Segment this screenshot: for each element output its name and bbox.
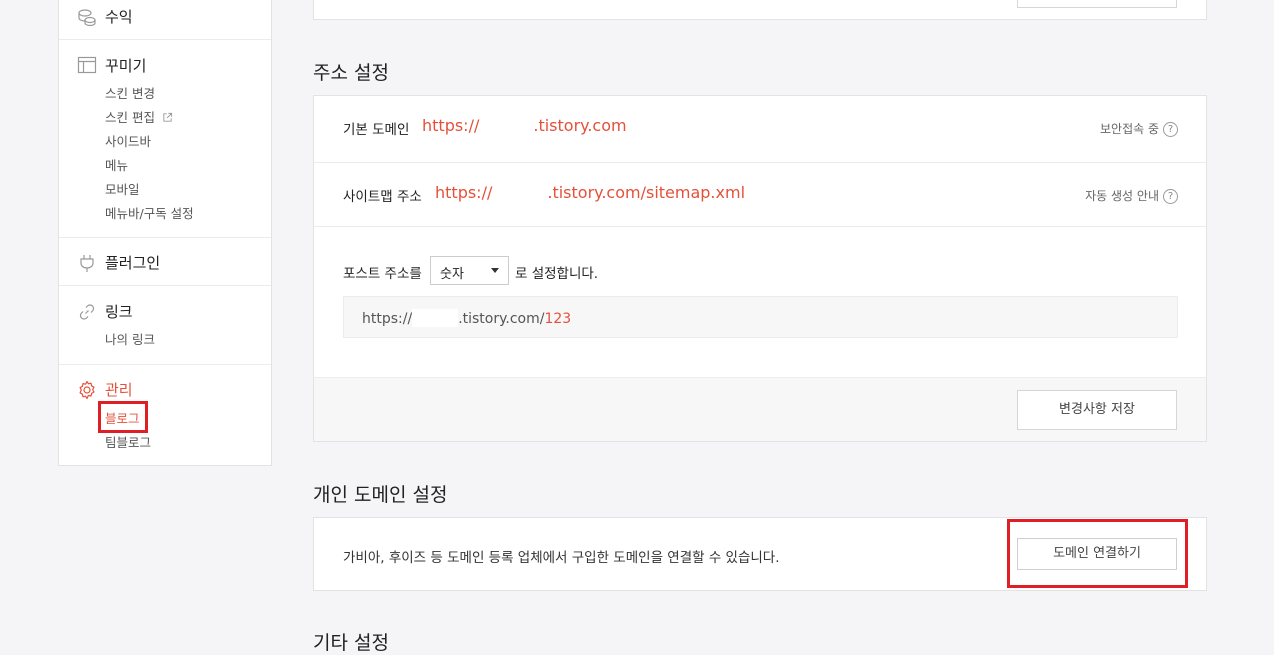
previous-section-panel [313,0,1207,20]
section-title-other: 기타 설정 [313,632,389,654]
address-panel-footer: 변경사항 저장 [314,377,1206,441]
sidebar-item-revenue[interactable]: 수익 [105,6,133,27]
sitemap-url: https:// .tistory.com/sitemap.xml [435,183,745,202]
gear-icon [79,380,95,400]
post-address-suffix: 로 설정합니다. [515,266,599,282]
post-address-select-value: 숫자 [440,267,464,282]
sidebar-divider [59,285,271,286]
default-domain-prefix: https:// [422,116,480,135]
sidebar-item-label: 스킨 편집 [105,110,155,125]
post-url-preview: https:// .tistory.com/123 [343,296,1178,338]
sidebar-item-my-link[interactable]: 나의 링크 [105,329,155,348]
plug-icon [80,255,94,272]
post-url-preview-text: https:// .tistory.com/123 [362,309,571,327]
sitemap-label: 사이트맵 주소 [343,189,422,205]
sidebar-divider [59,237,271,238]
sidebar-section-manage[interactable]: 관리 [105,379,133,400]
sidebar-item-skin-change[interactable]: 스킨 변경 [105,83,155,102]
row-divider [314,226,1206,227]
row-divider [314,162,1206,163]
auto-generate-hint[interactable]: 자동 생성 안내? [1085,187,1178,204]
highlight-box-connect-domain [1007,519,1188,588]
secure-connection-label: 보안접속 중 [1099,122,1159,136]
auto-generate-label: 자동 생성 안내 [1085,189,1159,203]
address-settings-panel: 기본 도메인 https:// .tistory.com 보안접속 중? 사이트맵… [313,95,1207,442]
dropdown-arrow-icon [491,268,499,273]
sidebar-divider [59,364,271,365]
external-link-icon [163,112,173,122]
preview-prefix: https:// [362,311,413,327]
sitemap-suffix: .tistory.com/sitemap.xml [547,183,746,202]
section-title-custom-domain: 개인 도메인 설정 [313,484,448,506]
link-icon [79,304,95,320]
sidebar-item-plugin[interactable]: 플러그인 [105,252,160,273]
sidebar: 수익 꾸미기 스킨 변경 스킨 편집 사이드바 메뉴 모바일 메뉴바/구독 설정… [58,0,272,466]
default-domain-suffix: .tistory.com [533,116,627,135]
post-address-select[interactable]: 숫자 [430,256,509,285]
secure-connection-hint[interactable]: 보안접속 중? [1100,120,1178,137]
previous-section-button[interactable] [1017,0,1177,8]
section-title-address: 주소 설정 [313,62,389,84]
save-changes-button[interactable]: 변경사항 저장 [1017,390,1177,430]
sidebar-section-decorate[interactable]: 꾸미기 [105,55,146,76]
sidebar-divider [59,39,271,40]
highlight-box-blog [98,401,148,433]
default-domain-label: 기본 도메인 [343,122,410,138]
coins-icon [78,9,96,27]
sitemap-prefix: https:// [435,183,493,202]
sidebar-item-team-blog[interactable]: 팀블로그 [105,432,151,451]
sidebar-item-mobile[interactable]: 모바일 [105,179,140,198]
sidebar-item-menubar[interactable]: 메뉴바/구독 설정 [105,203,194,222]
sidebar-item-skin-edit[interactable]: 스킨 편집 [105,107,173,126]
layout-icon [77,56,97,74]
sidebar-section-link[interactable]: 링크 [105,301,133,322]
preview-number: 123 [544,311,572,327]
custom-domain-description: 가비아, 후이즈 등 도메인 등록 업체에서 구입한 도메인을 연결할 수 있습… [343,550,780,566]
help-icon[interactable]: ? [1163,122,1178,137]
help-icon[interactable]: ? [1163,189,1178,204]
sidebar-item-menu[interactable]: 메뉴 [105,155,128,174]
sidebar-item-sidebar[interactable]: 사이드바 [105,131,151,150]
preview-domain: .tistory.com/ [458,311,545,327]
default-domain-url: https:// .tistory.com [422,116,627,135]
post-address-label: 포스트 주소를 [343,266,422,282]
